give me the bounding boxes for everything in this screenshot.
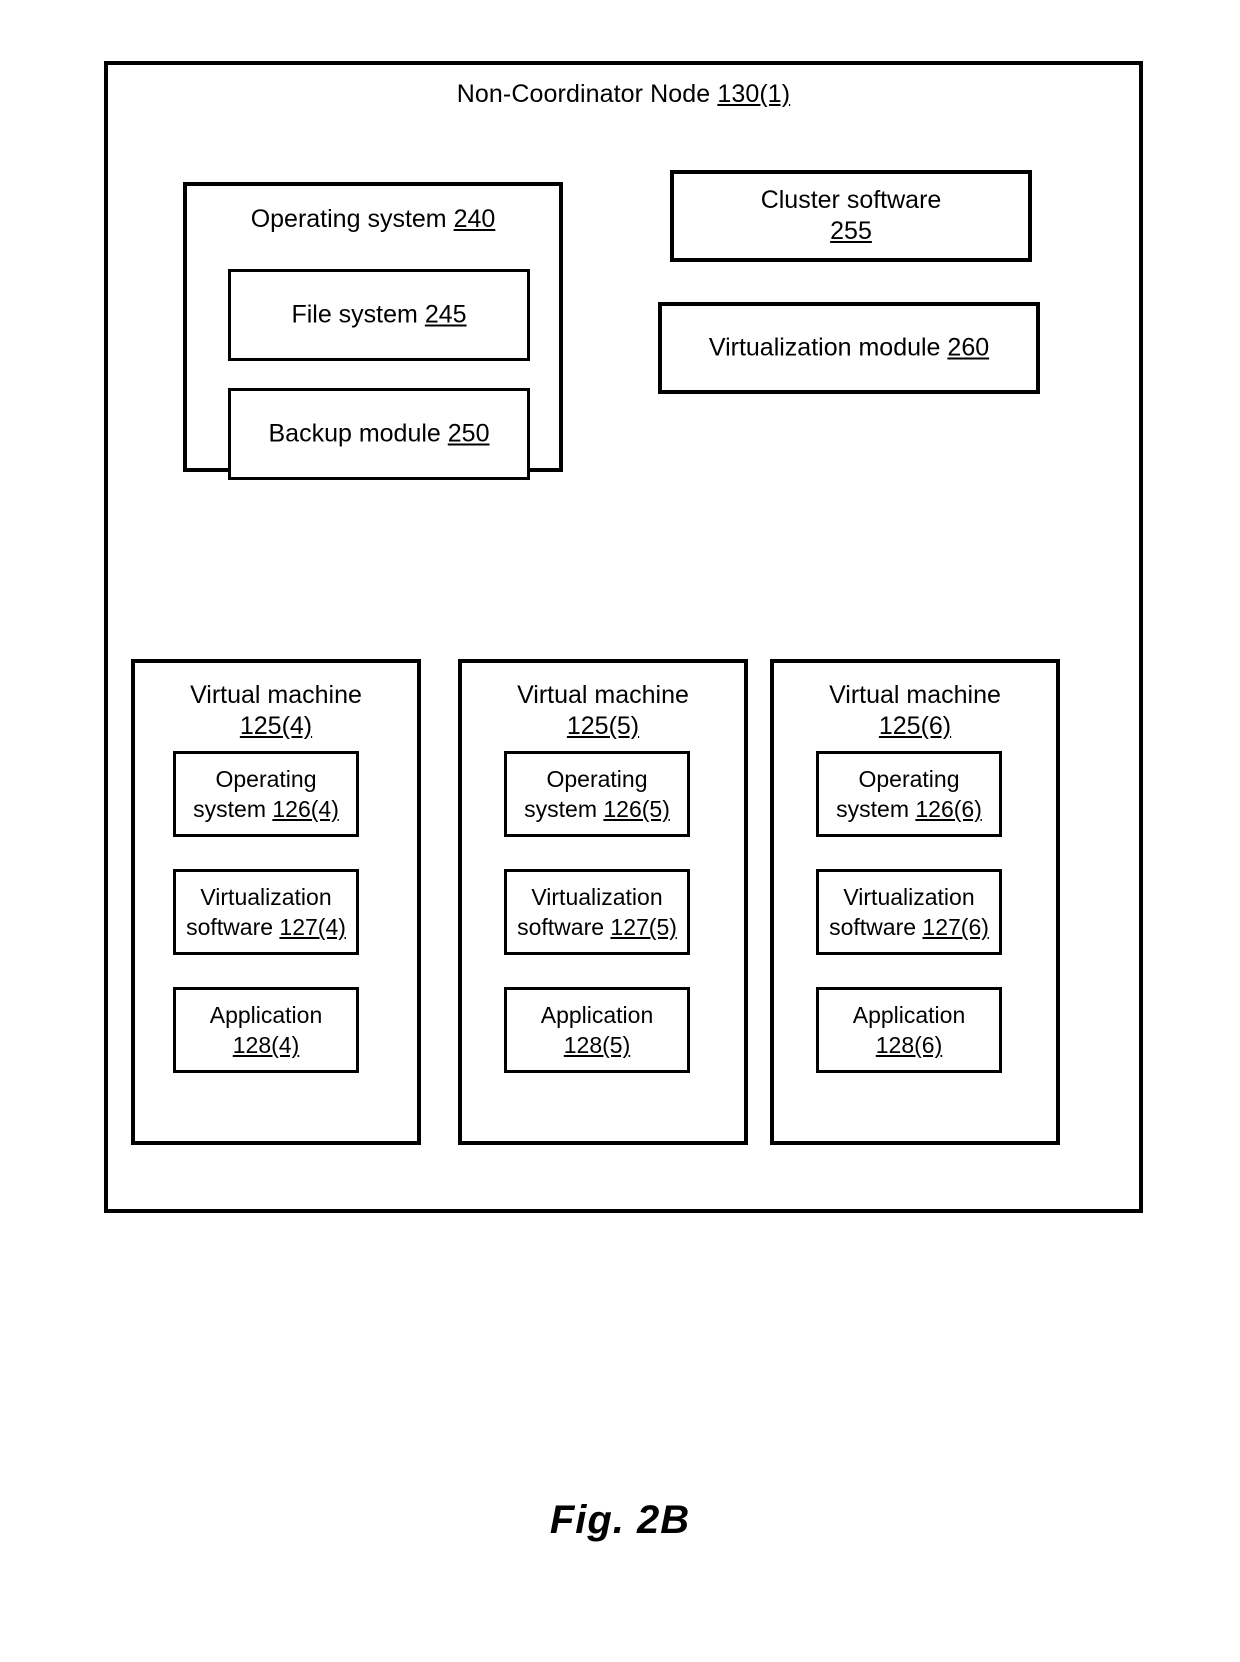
virtualization-module-260-label-ref: 260 bbox=[947, 333, 990, 362]
operating-system-240-box: Operating system 240 File system 245 Bac… bbox=[183, 182, 563, 480]
vm-2-application-label: Application 128(5) bbox=[501, 1000, 693, 1060]
vm-3-title-ref-line: 125(6) bbox=[774, 711, 1056, 742]
vm-1-os-line1: Operating bbox=[215, 766, 317, 792]
vm-1-os-line2-text: system bbox=[193, 796, 266, 822]
vm-3-os-line2-ref: 126(6) bbox=[915, 796, 982, 822]
vm-2-app-line1: Application bbox=[540, 1002, 654, 1028]
node-title-text: Non-Coordinator Node bbox=[456, 80, 711, 108]
vm-2-virt-line2-ref: 127(5) bbox=[610, 914, 677, 940]
virtual-machine-125-6-box: Virtual machine 125(6) Operating system … bbox=[770, 659, 1060, 1145]
vm-1-application-box: Application 128(4) bbox=[173, 987, 359, 1073]
vm-3-os-line2-text: system bbox=[836, 796, 909, 822]
vm-3-title-text: Virtual machine bbox=[829, 681, 1001, 709]
backup-module-250-label-text: Backup module bbox=[268, 419, 441, 448]
vm-2-os-line2-text: system bbox=[524, 796, 597, 822]
vm-3-operating-system-box: Operating system 126(6) bbox=[816, 751, 1002, 837]
vm-3-title-ref: 125(6) bbox=[878, 712, 952, 740]
vm-2-title-ref: 125(5) bbox=[566, 712, 640, 740]
vm-1-virtualization-software-label: Virtualization software 127(4) bbox=[170, 882, 362, 942]
file-system-245-label-text: File system bbox=[291, 300, 418, 329]
operating-system-240-label-ref: 240 bbox=[453, 205, 496, 233]
cluster-software-255-box: Cluster software 255 bbox=[670, 170, 1032, 262]
vm-2-app-line2-ref: 128(5) bbox=[563, 1032, 631, 1058]
vm-3-virtualization-software-label: Virtualization software 127(6) bbox=[813, 882, 1005, 942]
file-system-245-box: File system 245 bbox=[228, 269, 530, 361]
backup-module-250-box: Backup module 250 bbox=[228, 388, 530, 480]
vm-2-virtualization-software-label: Virtualization software 127(5) bbox=[501, 882, 693, 942]
vm-2-virt-line1: Virtualization bbox=[531, 884, 663, 910]
virtual-machine-125-4-box: Virtual machine 125(4) Operating system … bbox=[131, 659, 421, 1145]
vm-3-virt-line2-ref: 127(6) bbox=[922, 914, 989, 940]
vm-3-operating-system-label: Operating system 126(6) bbox=[813, 764, 1005, 824]
vm-2-virtualization-software-box: Virtualization software 127(5) bbox=[504, 869, 690, 955]
vm-2-operating-system-label: Operating system 126(5) bbox=[501, 764, 693, 824]
vm-3-os-line1: Operating bbox=[858, 766, 960, 792]
vm-2-title-text: Virtual machine bbox=[517, 681, 689, 709]
vm-1-os-line2-ref: 126(4) bbox=[272, 796, 339, 822]
operating-system-240-label-text: Operating system bbox=[250, 205, 447, 233]
file-system-245-label: File system 245 bbox=[231, 300, 527, 331]
vm-3-application-box: Application 128(6) bbox=[816, 987, 1002, 1073]
file-system-245-label-ref: 245 bbox=[424, 300, 467, 329]
vm-1-virtualization-software-box: Virtualization software 127(4) bbox=[173, 869, 359, 955]
node-title: Non-Coordinator Node 130(1) bbox=[108, 79, 1139, 109]
vm-2-title-ref-line: 125(5) bbox=[462, 711, 744, 742]
vm-2-virt-line2-text: software bbox=[517, 914, 605, 940]
node-title-ref: 130(1) bbox=[717, 80, 791, 108]
vm-3-app-line2-ref: 128(6) bbox=[875, 1032, 943, 1058]
vm-3-application-label: Application 128(6) bbox=[813, 1000, 1005, 1060]
figure-caption: Fig. 2B bbox=[549, 1498, 691, 1542]
vm-3-virt-line1: Virtualization bbox=[843, 884, 975, 910]
cluster-software-255-label-ref: 255 bbox=[830, 217, 872, 245]
vm-1-application-label: Application 128(4) bbox=[170, 1000, 362, 1060]
vm-1-virt-line1: Virtualization bbox=[200, 884, 332, 910]
vm-3-app-line1: Application bbox=[852, 1002, 966, 1028]
vm-1-operating-system-label: Operating system 126(4) bbox=[170, 764, 362, 824]
virtualization-module-260-label: Virtualization module 260 bbox=[662, 333, 1036, 364]
vm-1-operating-system-box: Operating system 126(4) bbox=[173, 751, 359, 837]
patent-figure-page: Non-Coordinator Node 130(1) Operating sy… bbox=[0, 0, 1240, 1662]
non-coordinator-node-frame: Non-Coordinator Node 130(1) Operating sy… bbox=[104, 61, 1143, 1213]
vm-3-virtualization-software-box: Virtualization software 127(6) bbox=[816, 869, 1002, 955]
backup-module-250-label-ref: 250 bbox=[447, 419, 490, 448]
vm-1-title-ref: 125(4) bbox=[239, 712, 313, 740]
cluster-software-255-label-text: Cluster software bbox=[760, 186, 942, 214]
vm-1-virt-line2-text: software bbox=[186, 914, 274, 940]
vm-1-title-text: Virtual machine bbox=[190, 681, 362, 709]
vm-2-os-line2-ref: 126(5) bbox=[603, 796, 670, 822]
vm-2-application-box: Application 128(5) bbox=[504, 987, 690, 1073]
vm-2-operating-system-box: Operating system 126(5) bbox=[504, 751, 690, 837]
vm-1-app-line2-ref: 128(4) bbox=[232, 1032, 300, 1058]
vm-1-virt-line2-ref: 127(4) bbox=[279, 914, 346, 940]
vm-1-title-ref-line: 125(4) bbox=[135, 711, 417, 742]
vm-2-os-line1: Operating bbox=[546, 766, 648, 792]
cluster-software-255-label: Cluster software 255 bbox=[674, 185, 1028, 247]
vm-3-virt-line2-text: software bbox=[829, 914, 917, 940]
operating-system-240-label: Operating system 240 bbox=[187, 204, 559, 235]
backup-module-250-label: Backup module 250 bbox=[231, 419, 527, 450]
vm-1-app-line1: Application bbox=[209, 1002, 323, 1028]
virtualization-module-260-box: Virtualization module 260 bbox=[658, 302, 1040, 394]
virtualization-module-260-label-text: Virtualization module bbox=[708, 333, 941, 362]
virtual-machine-125-5-box: Virtual machine 125(5) Operating system … bbox=[458, 659, 748, 1145]
